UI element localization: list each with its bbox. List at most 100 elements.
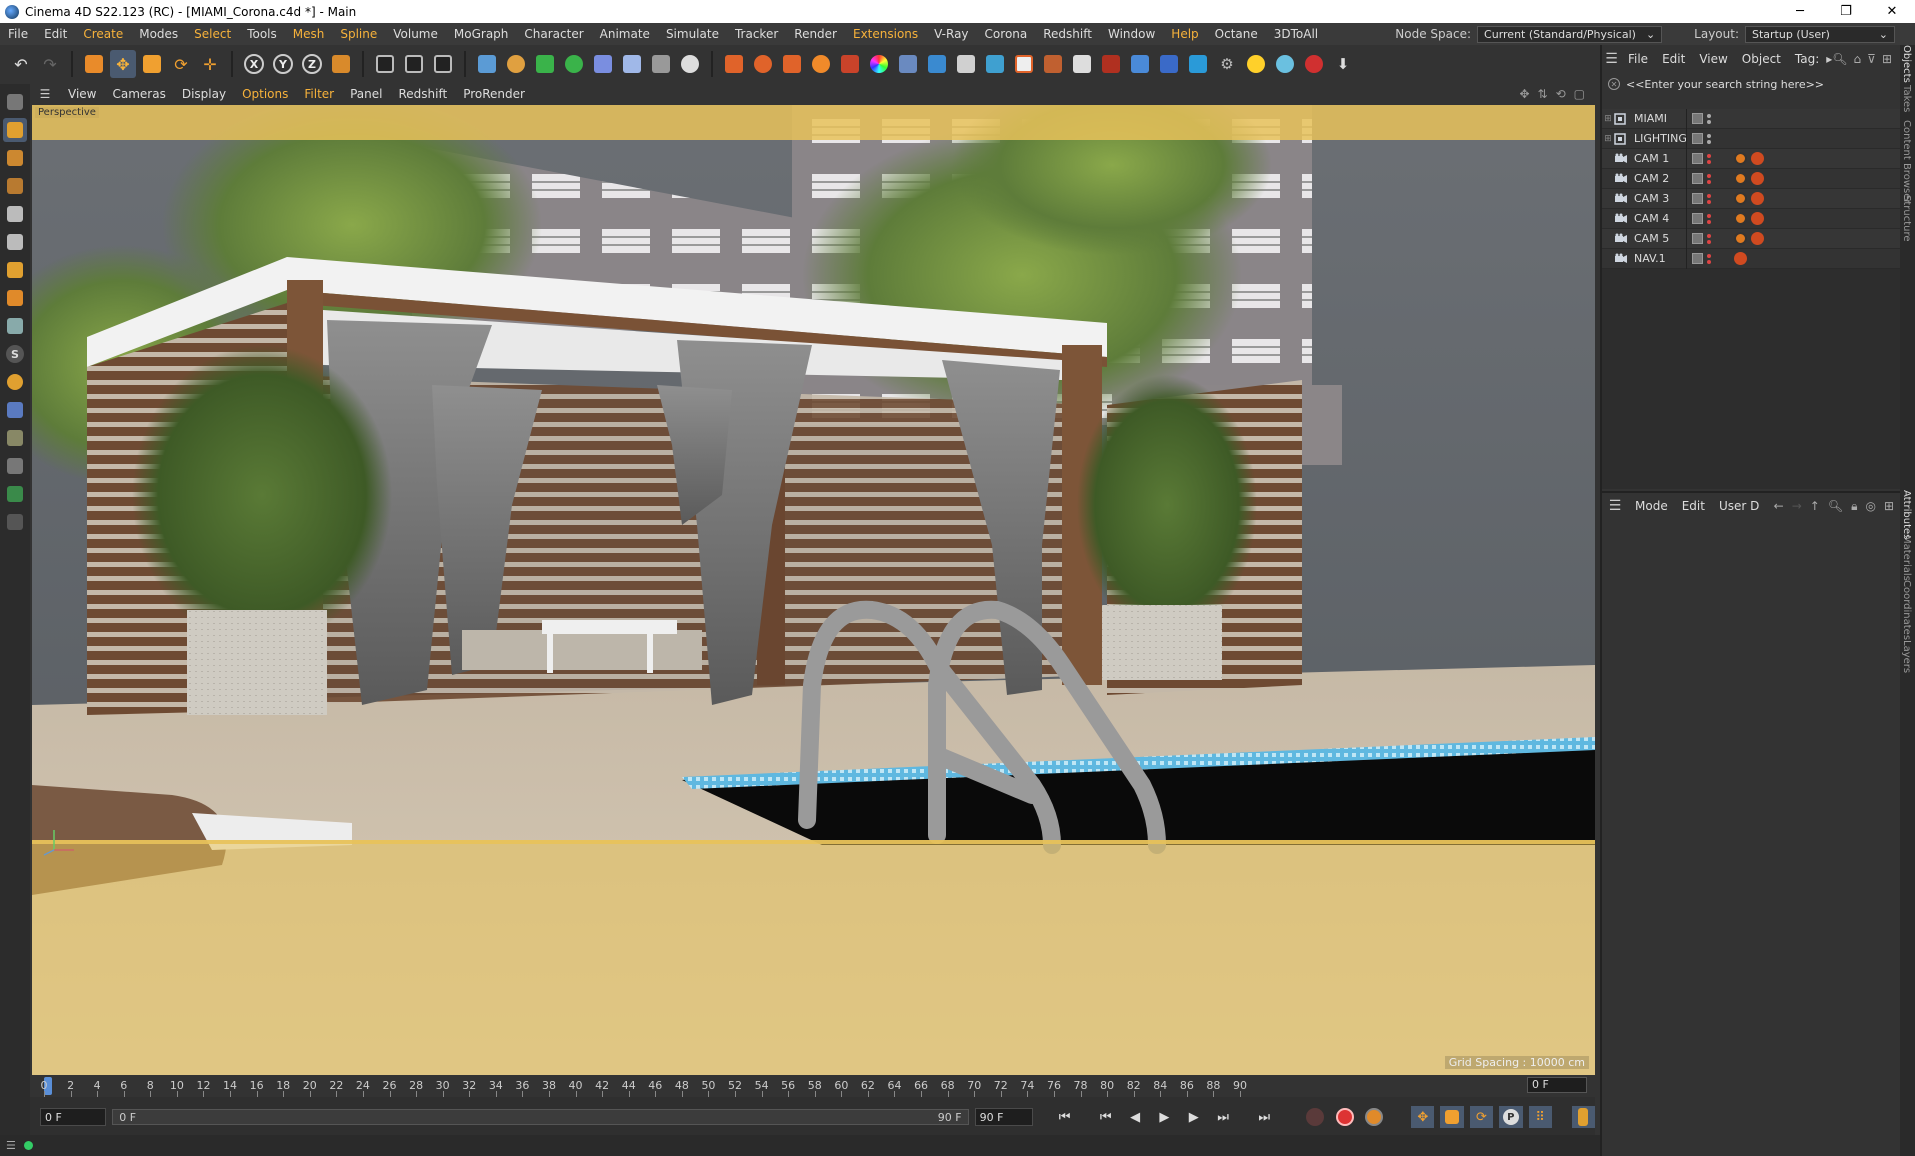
menu-mesh[interactable]: Mesh bbox=[285, 27, 333, 41]
start-frame-field[interactable]: 0 F bbox=[40, 1108, 107, 1126]
play-button[interactable]: ▶ bbox=[1153, 1106, 1176, 1128]
record-parameter-button[interactable]: P bbox=[1499, 1106, 1523, 1128]
status-menu-icon[interactable]: ☰ bbox=[6, 1139, 16, 1152]
y-axis-lock-button[interactable]: Y bbox=[270, 50, 296, 78]
object-name[interactable]: CAM 1 bbox=[1634, 152, 1694, 165]
new-window-icon[interactable]: ⊞ bbox=[1882, 52, 1892, 66]
object-name[interactable]: MIAMI bbox=[1634, 112, 1694, 125]
pan-icon[interactable]: ✥ bbox=[1519, 87, 1529, 101]
object-name[interactable]: CAM 3 bbox=[1634, 192, 1694, 205]
layer-checkbox-icon[interactable] bbox=[1692, 233, 1703, 244]
texture-mode-button[interactable] bbox=[3, 146, 27, 170]
next-frame-button[interactable]: ▶ bbox=[1182, 1106, 1205, 1128]
octane-settings-button[interactable]: ⚙ bbox=[1214, 50, 1240, 78]
layer-checkbox-icon[interactable] bbox=[1692, 213, 1703, 224]
corona-camera-tag-icon[interactable] bbox=[1734, 252, 1747, 265]
corona-interactive-button[interactable] bbox=[982, 50, 1008, 78]
polygons-mode-button[interactable] bbox=[3, 258, 27, 282]
viewport-solo-button[interactable] bbox=[3, 398, 27, 422]
expand-toggle-icon[interactable]: ⊞ bbox=[1602, 134, 1614, 144]
corona-light-button[interactable] bbox=[750, 50, 776, 78]
object-name[interactable]: CAM 4 bbox=[1634, 212, 1694, 225]
layer-checkbox-icon[interactable] bbox=[1692, 193, 1703, 204]
previous-frame-button[interactable]: ◀ bbox=[1123, 1106, 1146, 1128]
menu-animate[interactable]: Animate bbox=[592, 27, 658, 41]
objects-search-bar[interactable]: ✕ <<Enter your search string here>> bbox=[1602, 73, 1900, 95]
objects-menu-hamburger-icon[interactable]: ☰ bbox=[1602, 51, 1621, 67]
side-tab-coordinates[interactable]: Coordinates bbox=[1901, 580, 1912, 640]
visibility-dots-icon[interactable] bbox=[1707, 253, 1713, 264]
object-row-cam-2[interactable]: CAM 2 bbox=[1602, 169, 1902, 189]
object-row-cam-5[interactable]: CAM 5 bbox=[1602, 229, 1902, 249]
protection-tag-icon[interactable] bbox=[1734, 212, 1747, 225]
pen-button[interactable] bbox=[503, 50, 529, 78]
z-axis-lock-button[interactable]: Z bbox=[299, 50, 325, 78]
render-settings-button[interactable] bbox=[430, 50, 456, 78]
corona-lightmix-button[interactable] bbox=[1069, 50, 1095, 78]
visibility-dots-icon[interactable] bbox=[1707, 153, 1713, 164]
tweak-mode-button[interactable] bbox=[3, 314, 27, 338]
menu-simulate[interactable]: Simulate bbox=[658, 27, 727, 41]
viewport-menu-options[interactable]: Options bbox=[234, 87, 296, 101]
protection-tag-icon[interactable] bbox=[1734, 232, 1747, 245]
objects-menu-file[interactable]: File bbox=[1621, 52, 1655, 66]
go-to-end-button[interactable]: ⏭ bbox=[1253, 1106, 1276, 1128]
viewport-menu-prorender[interactable]: ProRender bbox=[455, 87, 533, 101]
visibility-dots-icon[interactable] bbox=[1707, 173, 1713, 184]
render-view-button[interactable] bbox=[372, 50, 398, 78]
layer-checkbox-icon[interactable] bbox=[1692, 153, 1703, 164]
x-axis-lock-button[interactable]: X bbox=[241, 50, 267, 78]
plugin-a-button[interactable] bbox=[1243, 50, 1269, 78]
corona-material-button[interactable] bbox=[837, 50, 863, 78]
live-selection-button[interactable] bbox=[81, 50, 107, 78]
new-window-icon[interactable]: ⊞ bbox=[1884, 499, 1894, 514]
menu-window[interactable]: Window bbox=[1100, 27, 1163, 41]
object-name[interactable]: CAM 5 bbox=[1634, 232, 1694, 245]
layer-checkbox-icon[interactable] bbox=[1692, 173, 1703, 184]
preview-range-slider[interactable]: 0 F 90 F bbox=[112, 1109, 969, 1125]
corona-camera-tag-icon[interactable] bbox=[1751, 192, 1764, 205]
side-tab-takes[interactable]: Takes bbox=[1901, 85, 1912, 112]
record-scale-button[interactable] bbox=[1440, 1106, 1464, 1128]
orbit-icon[interactable]: ⟲ bbox=[1556, 87, 1566, 101]
close-button[interactable]: ✕ bbox=[1869, 0, 1915, 23]
viewport-menu-view[interactable]: View bbox=[60, 87, 104, 101]
menu-redshift[interactable]: Redshift bbox=[1035, 27, 1100, 41]
up-arrow-icon[interactable]: ↑ bbox=[1810, 499, 1820, 514]
undo-button[interactable]: ↶ bbox=[8, 50, 34, 78]
viewport-menu-display[interactable]: Display bbox=[174, 87, 234, 101]
target-icon[interactable]: ◎ bbox=[1865, 499, 1875, 514]
record-rotation-button[interactable]: ⟳ bbox=[1469, 1106, 1494, 1128]
3d-viewport[interactable]: Perspective Grid Spacing : 10000 cm bbox=[32, 105, 1595, 1075]
octane-material-button[interactable] bbox=[1156, 50, 1182, 78]
make-editable-button[interactable] bbox=[3, 90, 27, 114]
record-active-objects-button[interactable] bbox=[1304, 1106, 1327, 1128]
viewport-camera-label[interactable]: Perspective bbox=[35, 107, 99, 118]
spline-tool-button[interactable] bbox=[3, 482, 27, 506]
protection-tag-icon[interactable] bbox=[1734, 172, 1747, 185]
layout-dropdown[interactable]: Startup (User) ⌄ bbox=[1745, 25, 1895, 43]
workplane-button[interactable] bbox=[3, 174, 27, 198]
dolly-icon[interactable]: ⇅ bbox=[1538, 87, 1548, 101]
menu-mograph[interactable]: MoGraph bbox=[446, 27, 517, 41]
layer-checkbox-icon[interactable] bbox=[1692, 133, 1703, 144]
corona-camera-tag-icon[interactable] bbox=[1751, 232, 1764, 245]
menu-extensions[interactable]: Extensions bbox=[845, 27, 926, 41]
visibility-dots-icon[interactable] bbox=[1707, 193, 1713, 204]
viewport-menu-hamburger-icon[interactable]: ☰ bbox=[30, 87, 60, 101]
layer-checkbox-icon[interactable] bbox=[1692, 253, 1703, 264]
attributes-menu-mode[interactable]: Mode bbox=[1628, 499, 1675, 513]
points-mode-button[interactable] bbox=[3, 202, 27, 226]
menu-spline[interactable]: Spline bbox=[332, 27, 385, 41]
filter-icon[interactable]: ⊽ bbox=[1867, 52, 1876, 66]
plugin-d-button[interactable]: ⬇ bbox=[1330, 50, 1356, 78]
snap-button[interactable]: S bbox=[3, 342, 27, 366]
menu-octane[interactable]: Octane bbox=[1207, 27, 1266, 41]
record-position-button[interactable]: ✥ bbox=[1411, 1106, 1435, 1128]
light-button[interactable] bbox=[677, 50, 703, 78]
back-arrow-icon[interactable]: ← bbox=[1774, 499, 1784, 514]
side-tab-objects[interactable]: Objects bbox=[1901, 45, 1912, 83]
plugin-b-button[interactable] bbox=[1272, 50, 1298, 78]
octane-live-button[interactable] bbox=[1127, 50, 1153, 78]
subdivision-button[interactable] bbox=[532, 50, 558, 78]
